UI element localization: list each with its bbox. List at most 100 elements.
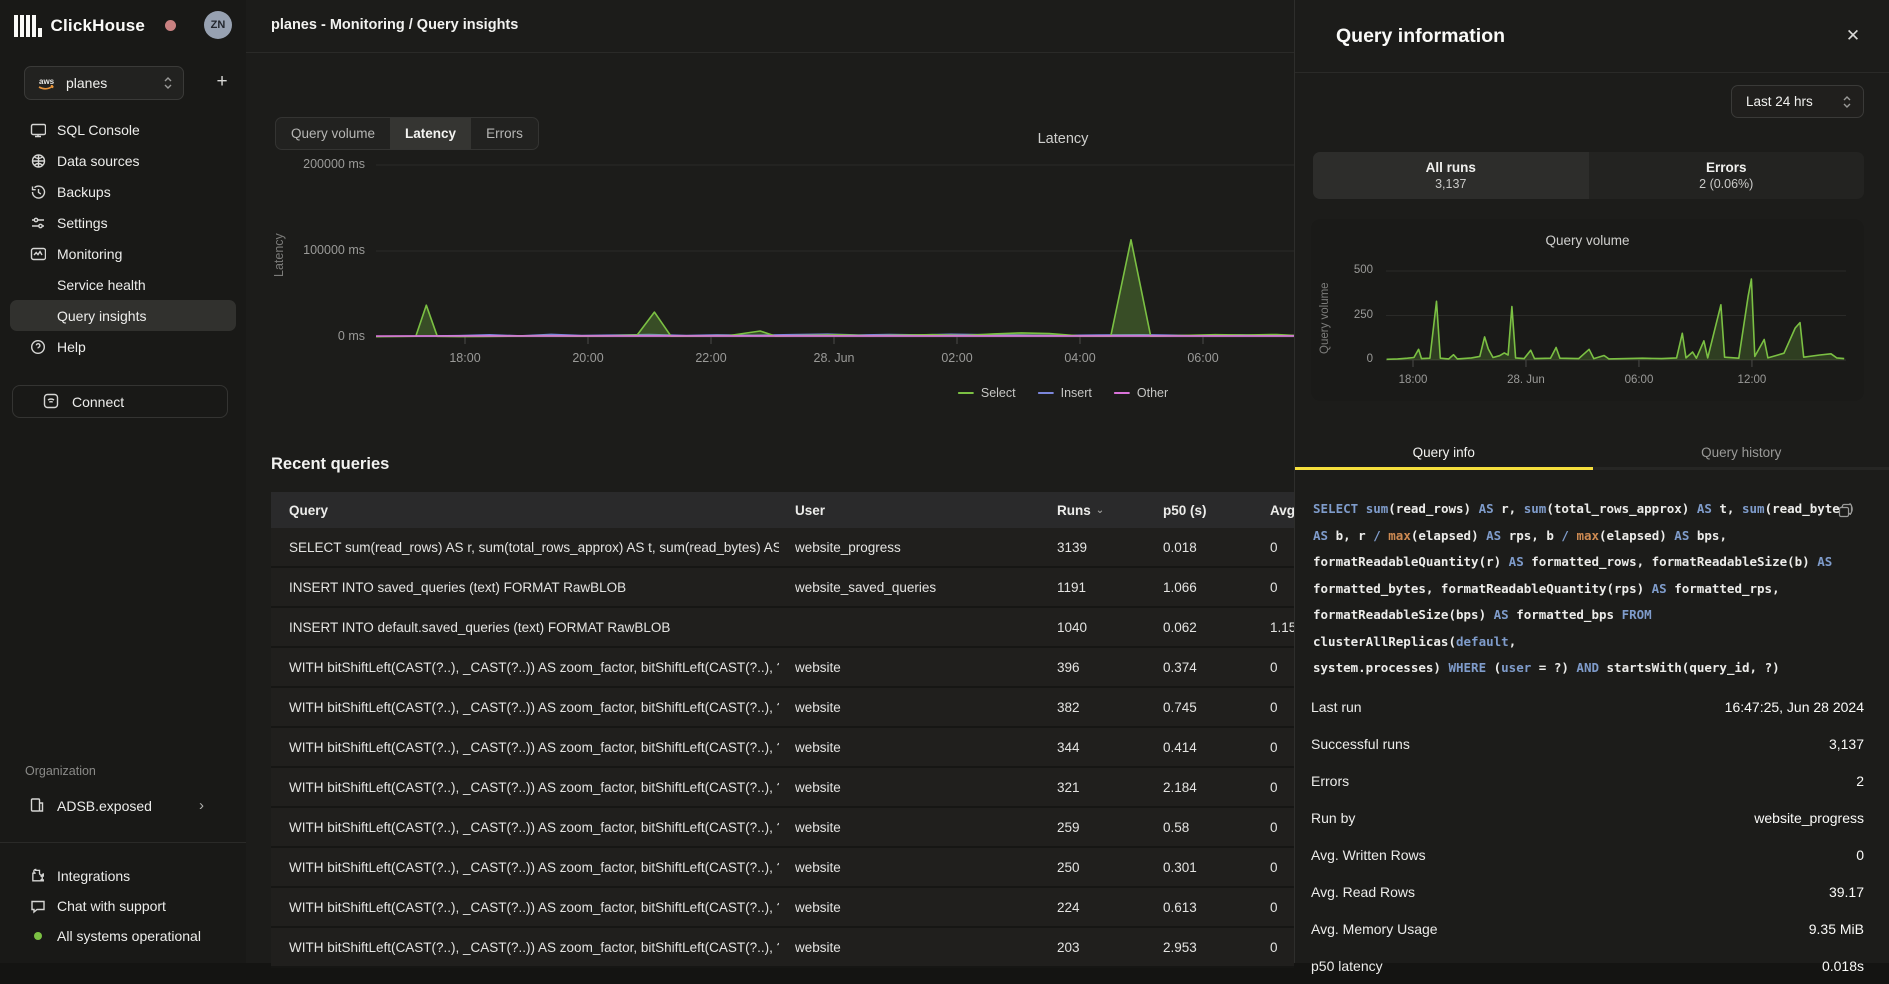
sidebar-item-sql-console[interactable]: SQL Console [0, 114, 246, 145]
summary-tab-errors[interactable]: Errors2 (0.06%) [1589, 152, 1865, 199]
tab-errors[interactable]: Errors [471, 118, 538, 149]
column-header-query[interactable]: Query [289, 492, 779, 528]
svg-text:aws: aws [39, 77, 55, 86]
connect-button[interactable]: Connect [12, 385, 228, 418]
cell-user: website_saved_queries [795, 568, 1045, 606]
sql-code-block: SELECT sum(read_rows) AS r, sum(total_ro… [1313, 496, 1861, 682]
sidebar-item-data-sources[interactable]: Data sources [0, 145, 246, 176]
table-row[interactable]: WITH bitShiftLeft(CAST(?..), _CAST(?..))… [271, 768, 1294, 808]
tab-query-info[interactable]: Query info [1295, 437, 1593, 470]
legend-swatch [1038, 392, 1054, 395]
close-icon[interactable]: ✕ [1840, 23, 1866, 49]
cell-user: website [795, 808, 1045, 846]
column-header-runs[interactable]: Runs⌄ [1057, 492, 1153, 528]
sql-line: formatted_bytes, formatReadableQuantity(… [1313, 576, 1861, 603]
stat-label: p50 latency [1311, 958, 1383, 974]
settings-icon [29, 214, 46, 231]
avatar[interactable]: ZN [204, 11, 232, 39]
cell-p50: 0.414 [1163, 728, 1259, 766]
time-range-select[interactable]: Last 24 hrs [1731, 85, 1864, 118]
page-title: planes - Monitoring / Query insights [271, 17, 518, 33]
tab-query-volume[interactable]: Query volume [276, 118, 390, 149]
legend-item-select[interactable]: Select [958, 386, 1016, 400]
legend-item-other[interactable]: Other [1114, 386, 1168, 400]
legend-label: Insert [1061, 386, 1092, 400]
table-row[interactable]: SELECT sum(read_rows) AS r, sum(total_ro… [271, 528, 1294, 568]
sidebar-item-settings[interactable]: Settings [0, 207, 246, 238]
cell-avg: 0 [1270, 808, 1294, 846]
summary-tab-value: 2 (0.06%) [1699, 177, 1753, 191]
table-row[interactable]: WITH bitShiftLeft(CAST(?..), _CAST(?..))… [271, 728, 1294, 768]
sidebar-item-help[interactable]: Help [0, 331, 246, 362]
sidebar-item-all-systems-operational[interactable]: All systems operational [0, 921, 246, 951]
stat-label: Avg. Read Rows [1311, 884, 1415, 900]
stat-value: 16:47:25, Jun 28 2024 [1725, 699, 1864, 715]
stat-row-last-run: Last run16:47:25, Jun 28 2024 [1295, 688, 1889, 725]
table-row[interactable]: WITH bitShiftLeft(CAST(?..), _CAST(?..))… [271, 808, 1294, 848]
summary-tab-all-runs[interactable]: All runs3,137 [1313, 152, 1589, 199]
sidebar-item-service-health[interactable]: Service health [0, 269, 246, 300]
organization-name: ADSB.exposed [57, 798, 199, 814]
cell-p50: 0.018 [1163, 528, 1259, 566]
organization-switcher[interactable]: ADSB.exposed › [0, 790, 246, 821]
cell-runs: 224 [1057, 888, 1153, 926]
table-row[interactable]: WITH bitShiftLeft(CAST(?..), _CAST(?..))… [271, 888, 1294, 928]
query-volume-chart[interactable] [1386, 255, 1846, 375]
x-tick-label: 02:00 [941, 351, 972, 365]
table-row[interactable]: INSERT INTO saved_queries (text) FORMAT … [271, 568, 1294, 608]
cell-avg: 0 [1270, 768, 1294, 806]
sidebar-item-query-insights[interactable]: Query insights [10, 300, 236, 331]
monitoring-icon [29, 245, 46, 262]
table-row[interactable]: WITH bitShiftLeft(CAST(?..), _CAST(?..))… [271, 928, 1294, 968]
table-row[interactable]: WITH bitShiftLeft(CAST(?..), _CAST(?..))… [271, 648, 1294, 688]
latency-chart[interactable] [376, 150, 1294, 350]
cell-query: WITH bitShiftLeft(CAST(?..), _CAST(?..))… [289, 688, 779, 726]
table-row[interactable]: WITH bitShiftLeft(CAST(?..), _CAST(?..))… [271, 688, 1294, 728]
add-service-button[interactable]: + [208, 68, 236, 96]
cell-user: website [795, 688, 1045, 726]
cell-avg: 0 [1270, 848, 1294, 886]
y-tick-label: 200000 ms [273, 157, 365, 171]
workspace-selector[interactable]: aws planes [24, 66, 184, 100]
data-sources-icon [29, 152, 46, 169]
recent-queries-heading: Recent queries [271, 455, 389, 474]
copy-icon[interactable] [1838, 503, 1853, 518]
cell-user: website [795, 888, 1045, 926]
table-header-row: Query User Runs⌄ p50 (s) Avg. [271, 492, 1294, 528]
cell-runs: 259 [1057, 808, 1153, 846]
sidebar-item-integrations[interactable]: Integrations [0, 861, 246, 891]
cell-runs: 382 [1057, 688, 1153, 726]
cell-p50: 0.301 [1163, 848, 1259, 886]
x-tick-label: 20:00 [572, 351, 603, 365]
query-volume-title: Query volume [1545, 233, 1629, 248]
table-row[interactable]: WITH bitShiftLeft(CAST(?..), _CAST(?..))… [271, 848, 1294, 888]
workspace-name: planes [66, 75, 163, 91]
cell-query: WITH bitShiftLeft(CAST(?..), _CAST(?..))… [289, 888, 779, 926]
x-tick-label: 12:00 [1738, 374, 1767, 386]
sidebar-item-backups[interactable]: Backups [0, 176, 246, 207]
chat-icon [29, 898, 46, 915]
x-tick-label: 06:00 [1187, 351, 1218, 365]
cell-avg: 1.15 [1270, 608, 1294, 646]
column-header-user[interactable]: User [795, 492, 1045, 528]
cell-avg: 0 [1270, 568, 1294, 606]
cell-p50: 0.062 [1163, 608, 1259, 646]
x-tick-label: 04:00 [1064, 351, 1095, 365]
tab-query-history[interactable]: Query history [1593, 437, 1889, 470]
cell-user [795, 608, 1045, 646]
sidebar-item-label: Backups [57, 184, 111, 200]
stat-row-successful-runs: Successful runs3,137 [1295, 725, 1889, 762]
column-header-p50[interactable]: p50 (s) [1163, 492, 1259, 528]
sidebar-item-monitoring[interactable]: Monitoring [0, 238, 246, 269]
tab-latency[interactable]: Latency [390, 118, 471, 149]
stat-value: 9.35 MiB [1809, 921, 1864, 937]
runs-errors-segmented-control: All runs3,137Errors2 (0.06%) [1313, 152, 1864, 199]
y-tick-label: 0 [1333, 353, 1373, 365]
cell-avg: 0 [1270, 688, 1294, 726]
table-row[interactable]: INSERT INTO default.saved_queries (text)… [271, 608, 1294, 648]
main-content: planes - Monitoring / Query insights Que… [246, 0, 1294, 963]
column-header-avg[interactable]: Avg. [1270, 492, 1294, 528]
latency-chart-title: Latency [1038, 131, 1089, 147]
legend-item-insert[interactable]: Insert [1038, 386, 1092, 400]
sidebar-item-chat-with-support[interactable]: Chat with support [0, 891, 246, 921]
